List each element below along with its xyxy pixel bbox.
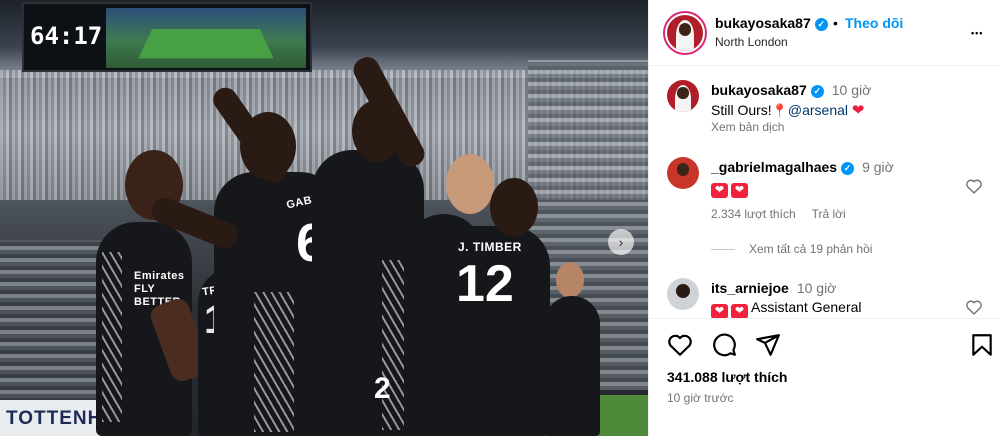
heart-emoji-icon: ❤ xyxy=(731,304,748,319)
pin-icon: 📍 xyxy=(771,103,788,118)
stadium-scoreboard: 64:17 xyxy=(22,2,312,72)
comment-like-heart-icon[interactable] xyxy=(965,299,983,315)
header-separator: • xyxy=(833,15,838,31)
comment-text: ❤ ❤ Assistant General xyxy=(711,299,862,319)
translate-link[interactable]: Xem bản dịch xyxy=(711,120,784,134)
post-timestamp[interactable]: 10 giờ trước xyxy=(667,391,733,405)
player-head xyxy=(446,154,494,214)
more-options-icon[interactable]: ••• xyxy=(971,28,983,38)
share-send-icon[interactable] xyxy=(755,332,781,358)
jersey-number-timber: 12 xyxy=(456,255,514,313)
heart-emoji-icon: ❤ xyxy=(731,183,748,198)
commenter-avatar[interactable] xyxy=(667,278,699,310)
player-head xyxy=(556,262,584,298)
reply-button[interactable]: Trả lời xyxy=(812,207,846,221)
follow-button[interactable]: Theo dõi xyxy=(845,15,903,31)
post-header: bukayosaka87 ✓ • Theo dõi North London ••… xyxy=(649,0,1000,66)
scoreboard-screen xyxy=(106,8,306,68)
verified-badge-icon: ✓ xyxy=(810,85,824,98)
comment-like-heart-icon[interactable] xyxy=(965,178,983,194)
jersey-number-saliba: 2 xyxy=(374,372,391,405)
caption-time: 10 giờ xyxy=(831,82,872,98)
heart-emoji-icon: ❤ xyxy=(711,304,728,319)
chevron-right-icon: › xyxy=(618,234,624,250)
mention-link[interactable]: @arsenal xyxy=(788,102,848,118)
like-heart-icon[interactable] xyxy=(667,332,693,358)
author-username-text[interactable]: bukayosaka87 xyxy=(715,15,811,31)
comment-text-content: Assistant General xyxy=(751,299,862,315)
comment-likes[interactable]: 2.334 lượt thích xyxy=(711,207,796,221)
caption-username[interactable]: bukayosaka87 ✓ 10 giờ xyxy=(711,82,871,98)
post-side-panel: bukayosaka87 ✓ • Theo dõi North London ••… xyxy=(648,0,1000,436)
commenter-username-text[interactable]: its_arniejoe xyxy=(711,280,789,296)
post-likes-count[interactable]: 341.088 lượt thích xyxy=(667,369,787,385)
comment-time: 9 giờ xyxy=(862,159,894,175)
caption-avatar[interactable] xyxy=(667,80,699,112)
commenter-username[interactable]: _gabrielmagalhaes ✓ 9 giờ xyxy=(711,159,894,175)
heart-emoji-icon: ❤ xyxy=(851,102,865,119)
player-timber: J. TIMBER 12 xyxy=(436,226,550,436)
commenter-avatar[interactable] xyxy=(667,157,699,189)
post-photo[interactable]: TOTTENHAM 64:17 Emirates FLY BETTER TROS… xyxy=(0,0,648,436)
verified-badge-icon: ✓ xyxy=(841,162,855,175)
view-replies-button[interactable]: Xem tất cả 19 phản hồi xyxy=(711,242,872,256)
player-head xyxy=(490,178,538,236)
player-background xyxy=(544,296,600,436)
carousel-next-button[interactable]: › xyxy=(608,229,634,255)
commenter-username-text[interactable]: _gabrielmagalhaes xyxy=(711,159,837,175)
author-username[interactable]: bukayosaka87 ✓ xyxy=(715,15,828,31)
save-bookmark-icon[interactable] xyxy=(969,332,995,358)
post-actions: 341.088 lượt thích 10 giờ trước xyxy=(649,318,1000,436)
match-clock: 64:17 xyxy=(30,22,103,50)
author-avatar[interactable] xyxy=(665,13,705,53)
comment-text: ❤ ❤ xyxy=(711,178,751,198)
caption-username-text[interactable]: bukayosaka87 xyxy=(711,82,807,98)
verified-badge-icon: ✓ xyxy=(814,18,828,31)
commenter-username[interactable]: its_arniejoe 10 giờ xyxy=(711,280,836,296)
comment-time: 10 giờ xyxy=(796,280,837,296)
jersey-name-timber: J. TIMBER xyxy=(458,240,522,254)
heart-emoji-icon: ❤ xyxy=(711,183,728,198)
comment-meta: 2.334 lượt thích Trả lời xyxy=(711,207,846,221)
comment-bubble-icon[interactable] xyxy=(711,332,737,358)
post-location[interactable]: North London xyxy=(715,35,788,49)
caption-text-content: Still Ours! xyxy=(711,102,772,118)
caption-text: Still Ours!📍@arsenal ❤ xyxy=(711,101,864,119)
